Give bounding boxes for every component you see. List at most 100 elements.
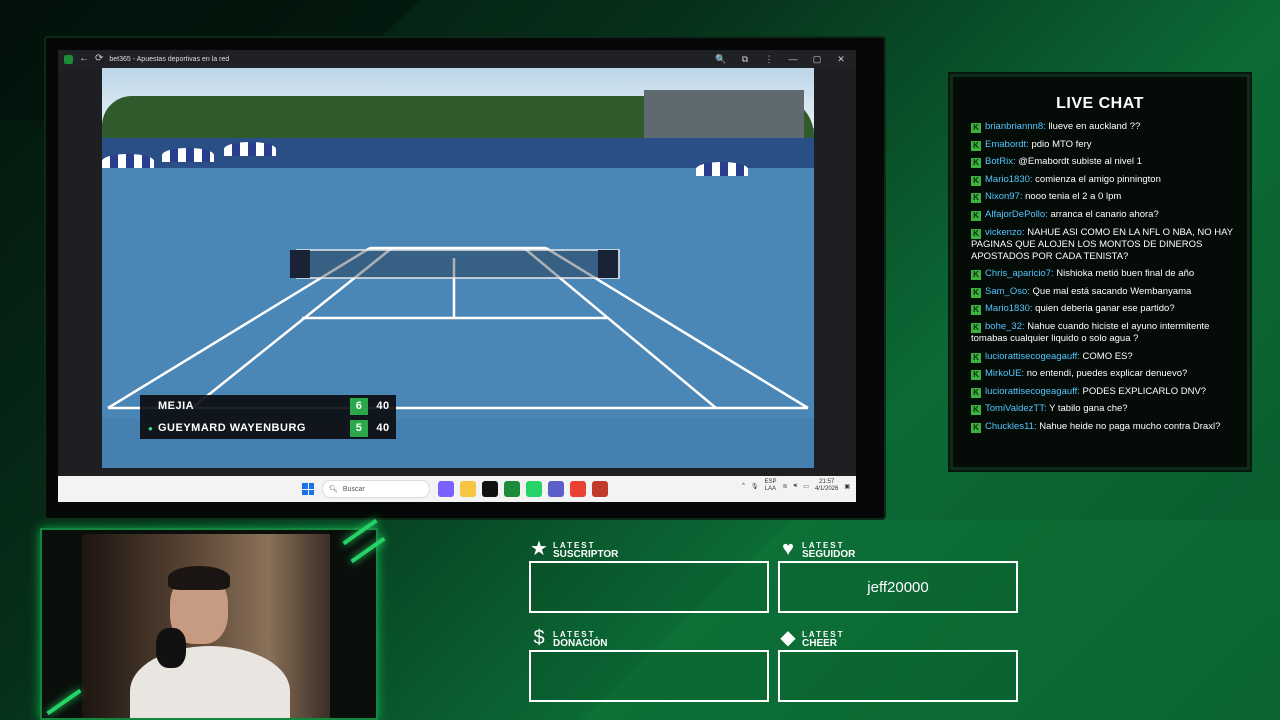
kick-badge-icon: K: [971, 210, 981, 221]
kick-badge-icon: K: [971, 228, 981, 239]
reload-icon[interactable]: ⟳: [95, 54, 103, 64]
chat-username[interactable]: Mario1830: [985, 174, 1030, 185]
back-arrow-icon[interactable]: ←: [79, 54, 89, 64]
chat-username[interactable]: vickenzo: [985, 227, 1022, 238]
whatsapp-icon[interactable]: [526, 481, 542, 497]
chat-text: comienza el amigo pinnington: [1035, 173, 1161, 185]
set-score: 6: [350, 397, 368, 415]
scoreboard-row: ● GUEYMARD WAYENBURG 5 40: [140, 417, 396, 439]
chat-message: K Sam_Oso: Que mal está sacando Wembanyam…: [971, 286, 1233, 298]
chat-message: K TomiValdezTT: Y tabilo gana che?: [971, 403, 1233, 416]
chat-message: Kluciorattisecogeagauff: PODES EXPLICARL…: [971, 386, 1233, 398]
mic-icon[interactable]: 🎙︎: [751, 483, 759, 490]
live-chat-panel: LIVE CHAT Kbrianbriannn8: llueve en auck…: [950, 74, 1250, 470]
chat-text: pdio MTO fery: [1031, 138, 1092, 150]
kick-badge-icon: K: [971, 193, 981, 204]
notifications-icon[interactable]: ▣: [844, 483, 850, 490]
chat-message: K Nixon97: nooo tenia el 2 a 0 lpm: [971, 191, 1233, 204]
chat-username[interactable]: Chuckles11: [985, 421, 1034, 432]
chat-message: K Mario1830: comienza el amigo pinnington: [971, 174, 1233, 186]
chat-username[interactable]: Mario1830: [985, 303, 1030, 314]
star-icon: ★: [530, 538, 548, 560]
taskbar-apps: [438, 481, 608, 497]
chat-username[interactable]: brianbriannn8: [985, 121, 1043, 132]
chat-username[interactable]: MirkoUE: [985, 368, 1021, 379]
keyboard-layout: LAA: [764, 486, 777, 492]
chat-username[interactable]: luciorattisecogeagauff: [985, 351, 1077, 362]
chrome-icon[interactable]: [570, 481, 586, 497]
wifi-icon[interactable]: ≋: [782, 483, 787, 490]
tennis-video-player[interactable]: MEJIA 6 40 ● GUEYMARD WAYENBURG 5 40: [102, 68, 814, 468]
chat-username[interactable]: bohe_32: [985, 321, 1022, 332]
chat-message: K Chuckles11: Nahue heide no paga mucho c…: [971, 421, 1233, 433]
chat-message-list[interactable]: Kbrianbriannn8: llueve en auckland ?? K Em…: [971, 121, 1233, 433]
point-score: 40: [376, 400, 390, 412]
chat-username[interactable]: TomiValdezTT: [985, 403, 1044, 414]
teams-icon[interactable]: [548, 481, 564, 497]
widget-value-box: [778, 650, 1018, 702]
widget-label: SUSCRIPTOR: [553, 549, 619, 560]
browser-tab-title: bet365 - Apuestas deportivas en la red: [109, 55, 230, 63]
menu-kebab-icon[interactable]: ⋮: [760, 54, 778, 65]
chat-username[interactable]: Nixon97: [985, 191, 1020, 202]
umbrella: [696, 162, 748, 176]
latest-seguidor-widget: ♥ LATEST SEGUIDOR jeff20000: [778, 537, 1018, 613]
system-tray: ^ 🎙︎ ESP LAA ≋ 🔊︎ ▭ 21:57 4/1/2026 ▣: [742, 479, 850, 493]
browser-window: ← ⟳ bet365 - Apuestas deportivas en la r…: [58, 50, 856, 502]
kick-badge-icon: K: [971, 322, 981, 333]
extensions-icon[interactable]: ⧉: [736, 54, 754, 65]
widget-value-box: [529, 650, 769, 702]
volume-icon[interactable]: 🔊︎: [794, 483, 798, 490]
kick-badge-icon: K: [971, 158, 981, 169]
chat-text: llueve en auckland ??: [1048, 121, 1141, 132]
player-name: GUEYMARD WAYENBURG: [158, 422, 306, 434]
kick-badge-icon: K: [971, 370, 981, 381]
serve-indicator: ●: [148, 423, 154, 433]
chat-text: quien deberia ganar ese partido?: [1035, 303, 1175, 315]
chat-message: K Emabordt: pdio MTO fery: [971, 139, 1233, 151]
chat-text: @Emabordt subiste al nivel 1: [1018, 156, 1142, 168]
windows-start-icon[interactable]: [302, 483, 314, 495]
stream-capture-frame: ← ⟳ bet365 - Apuestas deportivas en la r…: [44, 36, 886, 520]
minimize-button[interactable]: —: [784, 54, 802, 64]
chat-username[interactable]: AlfajorDePollo: [985, 209, 1045, 220]
kick-badge-icon: K: [971, 175, 981, 186]
chat-message: K BotRix: @Emabordt subiste al nivel 1: [971, 156, 1233, 169]
copilot-icon[interactable]: [438, 481, 454, 497]
browser-titlebar: ← ⟳ bet365 - Apuestas deportivas en la r…: [58, 50, 856, 68]
chat-text: PODES EXPLICARLO DNV?: [1082, 385, 1207, 397]
set-score: 5: [350, 419, 368, 437]
umbrella: [224, 142, 276, 156]
chat-username[interactable]: luciorattisecogeagauff: [985, 386, 1077, 397]
microphone: [156, 628, 186, 668]
app-icon[interactable]: [592, 481, 608, 497]
kick-badge-icon: K: [971, 140, 981, 151]
diamond-icon: ◆: [780, 627, 796, 649]
search-placeholder: Buscar: [342, 485, 365, 493]
widget-label: SEGUIDOR: [802, 549, 856, 560]
language-code: ESP: [764, 479, 777, 485]
latest-donacion-widget: $ LATEST DONACIÓN: [529, 626, 769, 702]
taskbar-search[interactable]: 🔍︎ Buscar: [322, 480, 430, 498]
dollar-icon: $: [533, 627, 545, 649]
scoreboard: MEJIA 6 40 ● GUEYMARD WAYENBURG 5 40: [140, 395, 396, 439]
language-indicator[interactable]: ESP LAA: [764, 479, 776, 493]
bet365-app-icon[interactable]: [504, 481, 520, 497]
chat-username[interactable]: Chris_aparicio7: [985, 268, 1051, 279]
chat-message: Kvickenzo: NAHUE ASI COMO EN LA NFL O NB…: [971, 227, 1233, 263]
search-icon: 🔍︎: [329, 486, 338, 493]
zoom-icon[interactable]: 🔍: [712, 54, 730, 65]
close-button[interactable]: ✕: [832, 54, 850, 65]
bet365-favicon-icon: [64, 54, 73, 64]
clock[interactable]: 21:57 4/1/2026: [815, 479, 838, 493]
chat-username[interactable]: BotRix: [985, 156, 1013, 167]
widget-value-box: [529, 561, 769, 613]
kick-badge-icon: K: [971, 305, 981, 316]
battery-icon[interactable]: ▭: [803, 483, 809, 490]
chevron-up-icon[interactable]: ^: [742, 483, 745, 489]
maximize-button[interactable]: ▢: [808, 54, 826, 65]
chat-username[interactable]: Emabordt: [985, 139, 1026, 150]
tiktok-icon[interactable]: [482, 481, 498, 497]
file-explorer-icon[interactable]: [460, 481, 476, 497]
chat-username[interactable]: Sam_Oso: [985, 286, 1027, 297]
